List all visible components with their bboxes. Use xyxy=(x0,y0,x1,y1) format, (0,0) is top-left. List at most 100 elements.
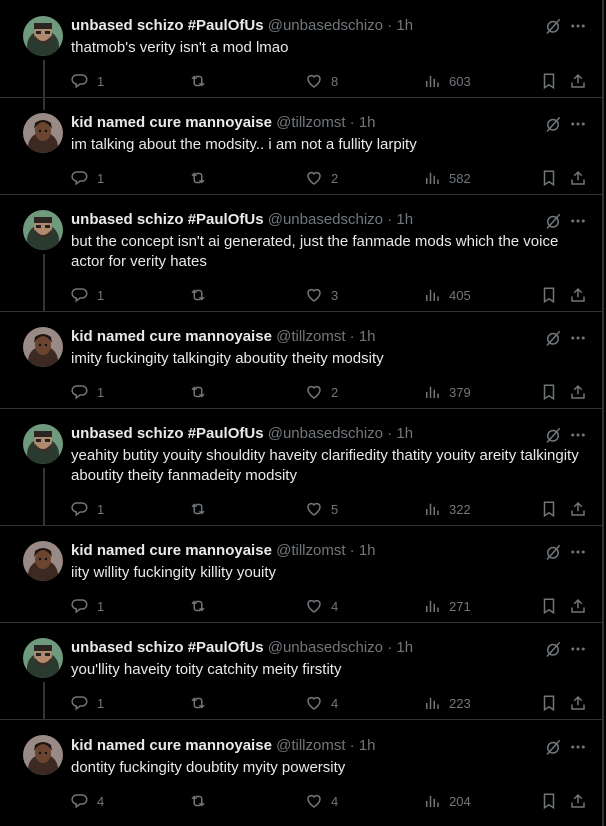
timestamp[interactable]: 1h xyxy=(359,737,376,754)
display-name[interactable]: kid named cure mannoyaise xyxy=(71,542,272,559)
display-name[interactable]: unbased schizo #PaulOfUs xyxy=(71,425,264,442)
avatar[interactable] xyxy=(23,113,63,153)
reply-button[interactable]: 1 xyxy=(71,285,104,305)
like-button[interactable]: 2 xyxy=(305,382,338,402)
post[interactable]: kid named cure mannoyaise @tillzomst · 1… xyxy=(0,97,604,207)
retweet-button[interactable] xyxy=(189,791,215,811)
username[interactable]: @unbasedschizo xyxy=(268,211,383,228)
more-icon[interactable] xyxy=(568,639,588,659)
avatar[interactable] xyxy=(23,541,63,581)
reply-button[interactable]: 1 xyxy=(71,596,104,616)
timestamp[interactable]: 1h xyxy=(359,542,376,559)
more-icon[interactable] xyxy=(568,425,588,445)
username[interactable]: @tillzomst xyxy=(276,328,345,345)
username[interactable]: @unbasedschizo xyxy=(268,639,383,656)
display-name[interactable]: unbased schizo #PaulOfUs xyxy=(71,211,264,228)
retweet-button[interactable] xyxy=(189,693,215,713)
share-icon[interactable] xyxy=(568,596,588,616)
post[interactable]: kid named cure mannoyaise @tillzomst · 1… xyxy=(0,525,604,635)
share-icon[interactable] xyxy=(568,693,588,713)
grok-icon[interactable] xyxy=(543,542,563,562)
like-button[interactable]: 2 xyxy=(305,168,338,188)
display-name[interactable]: unbased schizo #PaulOfUs xyxy=(71,639,264,656)
like-button[interactable]: 3 xyxy=(305,285,338,305)
grok-icon[interactable] xyxy=(543,328,563,348)
like-button[interactable]: 5 xyxy=(305,499,338,519)
timestamp[interactable]: 1h xyxy=(396,425,413,442)
views-button[interactable]: 379 xyxy=(423,382,471,402)
avatar[interactable] xyxy=(23,16,63,56)
like-button[interactable]: 4 xyxy=(305,693,338,713)
reply-button[interactable]: 4 xyxy=(71,791,104,811)
post[interactable]: unbased schizo #PaulOfUs @unbasedschizo … xyxy=(0,622,604,732)
views-button[interactable]: 223 xyxy=(423,693,471,713)
reply-button[interactable]: 1 xyxy=(71,382,104,402)
retweet-button[interactable] xyxy=(189,168,215,188)
display-name[interactable]: kid named cure mannoyaise xyxy=(71,737,272,754)
display-name[interactable]: kid named cure mannoyaise xyxy=(71,114,272,131)
grok-icon[interactable] xyxy=(543,16,563,36)
reply-button[interactable]: 1 xyxy=(71,168,104,188)
more-icon[interactable] xyxy=(568,16,588,36)
share-icon[interactable] xyxy=(568,499,588,519)
more-icon[interactable] xyxy=(568,114,588,134)
views-button[interactable]: 271 xyxy=(423,596,471,616)
bookmark-icon[interactable] xyxy=(539,791,559,811)
reply-button[interactable]: 1 xyxy=(71,71,104,91)
share-icon[interactable] xyxy=(568,71,588,91)
grok-icon[interactable] xyxy=(543,211,563,231)
username[interactable]: @tillzomst xyxy=(276,737,345,754)
timestamp[interactable]: 1h xyxy=(359,114,376,131)
more-icon[interactable] xyxy=(568,211,588,231)
username[interactable]: @unbasedschizo xyxy=(268,17,383,34)
grok-icon[interactable] xyxy=(543,425,563,445)
share-icon[interactable] xyxy=(568,285,588,305)
retweet-button[interactable] xyxy=(189,499,215,519)
display-name[interactable]: kid named cure mannoyaise xyxy=(71,328,272,345)
bookmark-icon[interactable] xyxy=(539,168,559,188)
post[interactable]: unbased schizo #PaulOfUs @unbasedschizo … xyxy=(0,194,604,324)
grok-icon[interactable] xyxy=(543,639,563,659)
share-icon[interactable] xyxy=(568,382,588,402)
more-icon[interactable] xyxy=(568,542,588,562)
bookmark-icon[interactable] xyxy=(539,71,559,91)
display-name[interactable]: unbased schizo #PaulOfUs xyxy=(71,17,264,34)
more-icon[interactable] xyxy=(568,328,588,348)
avatar[interactable] xyxy=(23,424,63,464)
avatar[interactable] xyxy=(23,327,63,367)
username[interactable]: @tillzomst xyxy=(276,114,345,131)
share-icon[interactable] xyxy=(568,791,588,811)
views-button[interactable]: 603 xyxy=(423,71,471,91)
bookmark-icon[interactable] xyxy=(539,382,559,402)
like-button[interactable]: 4 xyxy=(305,791,338,811)
share-icon[interactable] xyxy=(568,168,588,188)
post[interactable]: unbased schizo #PaulOfUs @unbasedschizo … xyxy=(0,0,604,110)
views-button[interactable]: 582 xyxy=(423,168,471,188)
grok-icon[interactable] xyxy=(543,114,563,134)
bookmark-icon[interactable] xyxy=(539,285,559,305)
reply-button[interactable]: 1 xyxy=(71,693,104,713)
bookmark-icon[interactable] xyxy=(539,596,559,616)
more-icon[interactable] xyxy=(568,737,588,757)
username[interactable]: @tillzomst xyxy=(276,542,345,559)
retweet-button[interactable] xyxy=(189,285,215,305)
views-button[interactable]: 322 xyxy=(423,499,471,519)
timestamp[interactable]: 1h xyxy=(396,639,413,656)
views-button[interactable]: 405 xyxy=(423,285,471,305)
avatar[interactable] xyxy=(23,210,63,250)
grok-icon[interactable] xyxy=(543,737,563,757)
timestamp[interactable]: 1h xyxy=(359,328,376,345)
avatar[interactable] xyxy=(23,638,63,678)
like-button[interactable]: 4 xyxy=(305,596,338,616)
bookmark-icon[interactable] xyxy=(539,499,559,519)
retweet-button[interactable] xyxy=(189,71,215,91)
timestamp[interactable]: 1h xyxy=(396,17,413,34)
views-button[interactable]: 204 xyxy=(423,791,471,811)
post[interactable]: kid named cure mannoyaise @tillzomst · 1… xyxy=(0,719,604,826)
like-button[interactable]: 8 xyxy=(305,71,338,91)
retweet-button[interactable] xyxy=(189,382,215,402)
retweet-button[interactable] xyxy=(189,596,215,616)
avatar[interactable] xyxy=(23,735,63,775)
post[interactable]: unbased schizo #PaulOfUs @unbasedschizo … xyxy=(0,408,604,538)
reply-button[interactable]: 1 xyxy=(71,499,104,519)
